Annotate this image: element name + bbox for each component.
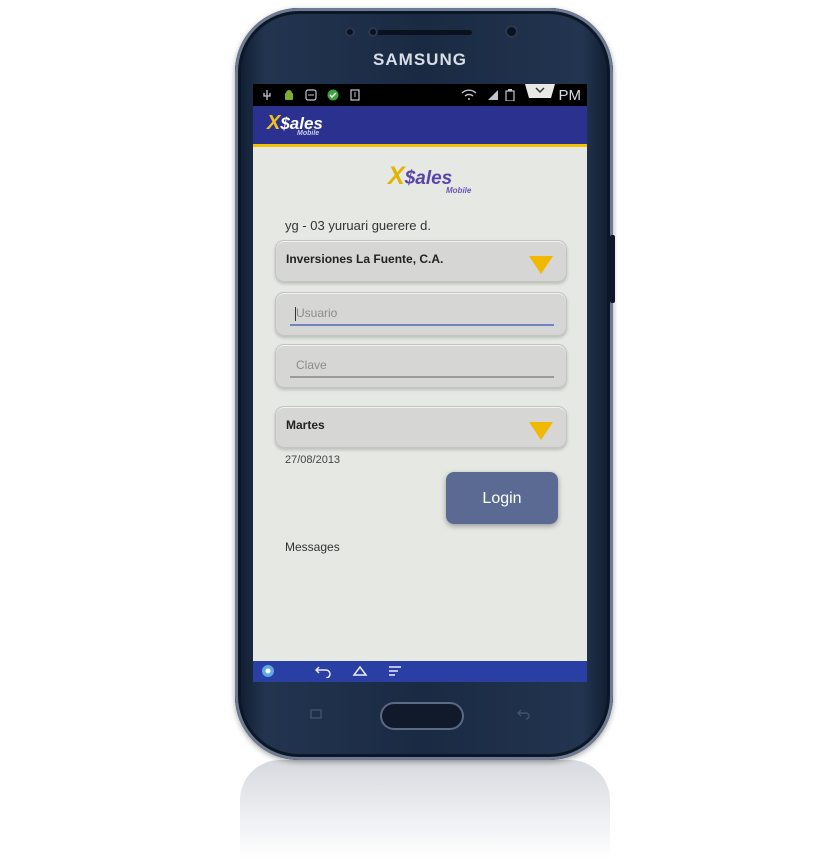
dropdown-tab-icon <box>525 84 555 98</box>
messages-label: Messages <box>285 540 340 554</box>
signal-icon <box>488 90 498 100</box>
company-select-value: Inversiones La Fuente, C.A. <box>286 252 444 266</box>
navigation-bar <box>253 661 587 682</box>
earpiece-speaker <box>376 30 472 35</box>
menu-icon[interactable] <box>387 664 403 678</box>
back-key-icon[interactable] <box>516 708 532 720</box>
sensor-icon <box>368 27 378 37</box>
password-field[interactable]: Clave <box>275 344 567 388</box>
password-placeholder: Clave <box>296 358 327 372</box>
username-underline <box>290 324 554 326</box>
power-button <box>610 235 615 303</box>
login-button[interactable]: Login <box>446 472 558 524</box>
app-bar: X$ales Mobile <box>253 106 587 147</box>
app-bar-logo: X$ales Mobile <box>267 112 323 137</box>
day-select[interactable]: Martes <box>275 406 567 448</box>
home-key[interactable] <box>380 702 464 730</box>
clock: PM <box>558 87 582 104</box>
usb-icon <box>263 90 271 100</box>
app-icon[interactable] <box>261 664 275 678</box>
home-icon[interactable] <box>351 664 369 678</box>
wifi-icon <box>461 89 477 100</box>
user-route-label: yg - 03 yuruari guerere d. <box>285 218 431 233</box>
recent-apps-key-icon[interactable] <box>309 708 325 720</box>
android-icon <box>285 90 293 100</box>
check-icon <box>327 89 339 101</box>
company-select[interactable]: Inversiones La Fuente, C.A. <box>275 240 567 282</box>
device-brand: SAMSUNG <box>373 50 467 69</box>
device-screen: PM X$ales Mobile X$ales Mobile yg - 03 y… <box>253 84 587 682</box>
dropdown-arrow-icon <box>529 422 553 440</box>
network-icon <box>305 89 317 101</box>
phone-reflection <box>240 760 610 859</box>
sensor-icon <box>345 27 355 37</box>
username-placeholder: Usuario <box>296 306 338 320</box>
username-field[interactable]: Usuario <box>275 292 567 336</box>
back-icon[interactable] <box>315 664 331 678</box>
password-underline <box>290 376 554 378</box>
xsales-logo: X$ales Mobile <box>388 162 472 195</box>
date-label: 27/08/2013 <box>285 454 341 466</box>
status-bar: PM <box>253 84 587 106</box>
download-icon <box>350 89 360 101</box>
battery-icon <box>505 89 515 101</box>
front-camera-icon <box>505 25 518 38</box>
dropdown-arrow-icon <box>529 256 553 274</box>
day-select-value: Martes <box>286 418 325 432</box>
